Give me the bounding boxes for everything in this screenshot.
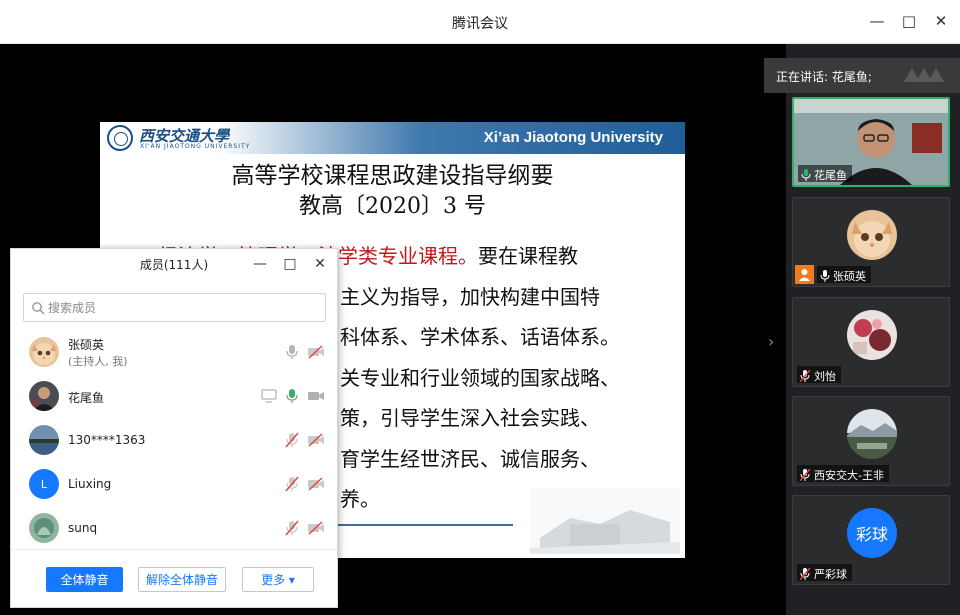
maximize-icon[interactable]: □ <box>898 10 920 32</box>
slide-header: 西安交通大學 XI'AN JIAOTONG UNIVERSITY Xi’an J… <box>100 122 685 154</box>
microphone-muted-icon <box>800 468 811 481</box>
microphone-icon[interactable] <box>285 344 299 360</box>
camera-off-icon[interactable] <box>307 477 325 491</box>
avatar-text: 彩球 <box>855 525 888 544</box>
microphone-muted-icon[interactable] <box>285 476 299 492</box>
panel-controls: — □ ✕ <box>249 253 331 275</box>
more-button[interactable]: 更多 ▾ <box>242 567 314 592</box>
member-row[interactable]: 张硕英 (主持人, 我) <box>11 331 337 375</box>
participant-tile[interactable]: 西安交大-王非 <box>792 396 950 486</box>
landscape-avatar <box>847 409 897 459</box>
camera-off-icon[interactable] <box>307 345 325 359</box>
camera-icon[interactable] <box>307 389 325 403</box>
member-row[interactable]: 130****1363 <box>11 419 337 463</box>
member-status <box>285 432 325 448</box>
participant-tile[interactable]: 彩球 严彩球 <box>792 495 950 585</box>
participant-name: 张硕英 <box>833 269 866 283</box>
member-list: 张硕英 (主持人, 我) 花尾鱼 130****1363 L Liuxing s… <box>11 331 337 551</box>
slide-title: 高等学校课程思政建设指导纲要 <box>231 163 554 189</box>
lake-avatar <box>29 425 59 455</box>
host-badge-icon <box>795 265 814 284</box>
members-panel-footer: 全体静音 解除全体静音 更多 ▾ <box>11 549 337 607</box>
members-panel: 成员(111人) — □ ✕ 张硕英 (主持人 <box>10 248 338 608</box>
campus-sketch-icon <box>530 488 680 554</box>
participant-label: 刘怡 <box>797 366 841 383</box>
microphone-muted-icon <box>800 567 811 580</box>
nature-avatar <box>29 513 59 543</box>
microphone-muted-icon[interactable] <box>285 520 299 536</box>
participant-tile[interactable]: 花尾鱼 <box>792 97 950 187</box>
text-avatar: 彩球 <box>847 508 897 558</box>
member-status <box>261 388 325 404</box>
panel-maximize-icon[interactable]: □ <box>279 253 301 275</box>
chevron-right-icon[interactable]: › <box>768 332 774 351</box>
camera-off-icon[interactable] <box>307 433 325 447</box>
participant-name: 花尾鱼 <box>814 168 847 182</box>
microphone-muted-icon <box>800 369 811 382</box>
member-row[interactable]: 花尾鱼 <box>11 375 337 419</box>
participant-tile[interactable]: 刘怡 <box>792 297 950 387</box>
member-search <box>23 293 326 322</box>
participant-tile[interactable]: 张硕英 <box>792 197 950 287</box>
panel-close-icon[interactable]: ✕ <box>309 253 331 275</box>
university-logo-icon <box>107 125 133 151</box>
title-bar: 腾讯会议 — □ ✕ <box>0 0 960 44</box>
member-name: 花尾鱼 <box>68 391 105 405</box>
slide-subtitle: 教高〔2020〕3 号 <box>299 194 486 219</box>
active-speaker-label: 正在讲话: 花尾鱼; <box>776 70 872 84</box>
participant-label: 西安交大-王非 <box>797 465 889 482</box>
avatar-letter: L <box>40 477 48 491</box>
cat-avatar <box>847 210 897 260</box>
participant-label: 张硕英 <box>817 266 871 283</box>
cat-avatar <box>29 337 59 367</box>
person-avatar <box>29 381 59 411</box>
speaker-watermark-icon <box>904 68 944 82</box>
slide-body-text: 要在课程教 <box>478 244 578 268</box>
camera-off-icon[interactable] <box>307 521 325 535</box>
microphone-muted-icon[interactable] <box>285 432 299 448</box>
participant-name: 西安交大-王非 <box>814 468 884 482</box>
slide-divider <box>338 524 513 526</box>
screen-share-icon[interactable] <box>261 389 277 403</box>
mute-all-button[interactable]: 全体静音 <box>46 567 123 592</box>
member-row[interactable]: sunq <box>11 507 337 551</box>
member-row[interactable]: L Liuxing <box>11 463 337 507</box>
minimize-icon[interactable]: — <box>866 10 888 32</box>
slide-university-en: Xi’an Jiaotong University <box>483 129 663 146</box>
member-role: (主持人, 我) <box>68 355 128 368</box>
participant-name: 严彩球 <box>814 567 847 581</box>
window-title: 腾讯会议 <box>452 16 508 32</box>
search-icon <box>32 302 45 315</box>
close-icon[interactable]: ✕ <box>930 10 952 32</box>
member-name: Liuxing <box>68 477 112 491</box>
member-name: 张硕英 <box>68 338 105 352</box>
member-status <box>285 344 325 360</box>
photo-avatar <box>847 310 897 360</box>
member-status <box>285 476 325 492</box>
member-name: 130****1363 <box>68 433 146 447</box>
microphone-active-icon <box>801 168 811 181</box>
participant-label: 花尾鱼 <box>798 165 852 182</box>
letter-avatar: L <box>29 469 59 499</box>
member-status <box>285 520 325 536</box>
window-controls: — □ ✕ <box>866 10 952 32</box>
microphone-icon <box>820 269 830 282</box>
participant-label: 严彩球 <box>797 564 852 581</box>
member-name: sunq <box>68 521 98 535</box>
participant-name: 刘怡 <box>814 369 836 383</box>
panel-minimize-icon[interactable]: — <box>249 253 271 275</box>
slide-university-sub: XI'AN JIAOTONG UNIVERSITY <box>140 143 251 150</box>
unmute-all-button[interactable]: 解除全体静音 <box>138 567 226 592</box>
active-speaker-banner: 正在讲话: 花尾鱼; <box>764 58 960 93</box>
member-search-input[interactable] <box>48 298 318 318</box>
microphone-active-icon[interactable] <box>285 388 299 404</box>
